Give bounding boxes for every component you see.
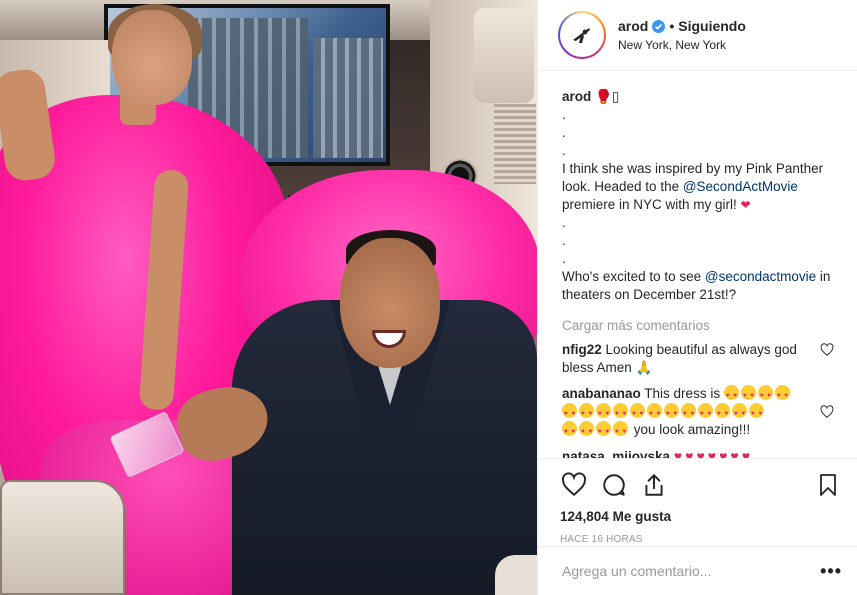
heart-emoji-icon: ❤ — [740, 198, 751, 212]
heart-eyes-emoji-icon — [749, 403, 764, 423]
caption-dot: . — [562, 125, 566, 140]
action-icons — [560, 465, 842, 505]
comment-input[interactable] — [562, 563, 821, 579]
caption-emoji: 🥊▯ — [595, 89, 620, 104]
post-photo[interactable] — [0, 0, 537, 595]
heart-eyes-emoji-icon — [740, 385, 756, 405]
limo-seat — [0, 480, 125, 595]
username-link[interactable]: arod — [618, 18, 648, 34]
header-line: arod • Siguiendo — [618, 18, 746, 34]
mention-link[interactable]: @secondactmovie — [705, 269, 816, 284]
heart-icon — [561, 472, 587, 497]
hearts-emoji-icon: ♥ — [707, 448, 717, 458]
caption-dot: . — [562, 107, 566, 122]
header-meta: arod • Siguiendo New York, New York — [618, 18, 746, 52]
instagram-post: arod • Siguiendo New York, New York arod — [0, 0, 857, 595]
comment-text: This dress is — [644, 386, 721, 401]
heart-eyes-emoji-icon — [630, 403, 645, 423]
hearts-emoji-icon: ♥ — [741, 448, 751, 458]
heart-eyes-emoji-icon — [715, 403, 730, 423]
location-link[interactable]: New York, New York — [618, 38, 746, 52]
avatar[interactable] — [560, 13, 604, 57]
avatar-logo — [562, 15, 602, 55]
caption-text: Who's excited to to see — [562, 269, 705, 284]
post-actions: 124,804 Me gusta HACE 16 HORAS — [538, 458, 857, 545]
heart-eyes-emoji-icon — [596, 421, 611, 441]
heart-eyes-emoji-icon — [562, 403, 577, 423]
caption: arod 🥊▯ . . . I think she was inspired b… — [562, 88, 842, 304]
bookmark-icon — [820, 474, 836, 496]
caption-dot: . — [562, 233, 566, 248]
comment-username-link[interactable]: nfig22 — [562, 342, 602, 357]
comment-username-link[interactable]: anabananao — [562, 386, 641, 401]
man-face — [340, 238, 440, 368]
comment-text: you look amazing!!! — [633, 422, 751, 437]
comment-emoji: 🙏 — [635, 360, 653, 375]
heart-eyes-emoji-icon — [647, 403, 662, 423]
share-upload-icon — [645, 473, 663, 496]
comment-button[interactable] — [600, 471, 628, 499]
hearts-emoji-icon: ♥ — [673, 448, 683, 458]
caption-first-line: arod 🥊▯ — [562, 88, 842, 106]
heart-eyes-emoji-icon — [681, 403, 696, 423]
verified-badge-icon — [652, 19, 666, 33]
heart-eyes-emoji-icon — [613, 403, 628, 423]
likes-number: 124,804 — [560, 509, 609, 524]
mention-link[interactable]: @SecondActMovie — [683, 179, 798, 194]
caption-text: premiere in NYC with my girl! — [562, 197, 741, 212]
caption-username-link[interactable]: arod — [562, 89, 591, 104]
story-ring[interactable] — [558, 11, 606, 59]
limo-vent — [494, 104, 536, 184]
comment-bubble-icon — [603, 474, 625, 496]
save-button[interactable] — [814, 471, 842, 499]
heart-eyes-emoji-icon — [698, 403, 713, 423]
heart-eyes-emoji-icon — [613, 421, 628, 441]
batter-logo-icon — [573, 28, 590, 43]
likes-count[interactable]: 124,804 Me gusta — [560, 509, 842, 524]
heart-eyes-emoji-icon — [596, 403, 611, 423]
likes-label: Me gusta — [612, 509, 672, 524]
heart-eyes-emoji-icon — [579, 421, 594, 441]
limo-seat — [495, 555, 537, 595]
add-comment-bar: ••• — [538, 546, 857, 595]
caption-dot: . — [562, 143, 566, 158]
heart-eyes-emoji-icon — [562, 421, 577, 441]
heart-eyes-emoji-icon — [732, 403, 747, 423]
limo-panel — [474, 8, 534, 103]
heart-eyes-emoji-icon — [757, 385, 773, 405]
post-side-panel: arod • Siguiendo New York, New York arod — [537, 0, 857, 595]
comment-like-heart-icon[interactable] — [820, 405, 834, 419]
hearts-emoji-icon: ♥ — [685, 448, 694, 458]
comment: natasa_mijovska ♥ ♥ ♥ ♥ ♥ ♥ ♥ — [562, 447, 842, 458]
more-options-button[interactable]: ••• — [820, 562, 842, 580]
share-button[interactable] — [640, 471, 668, 499]
separator-dot: • — [669, 18, 675, 34]
comment: nfig22 Looking beautiful as always god b… — [562, 341, 842, 377]
post-timestamp[interactable]: HACE 16 HORAS — [560, 534, 842, 545]
comments-area[interactable]: arod 🥊▯ . . . I think she was inspired b… — [538, 72, 857, 458]
comment-username-link[interactable]: natasa_mijovska — [562, 449, 670, 458]
hearts-emoji-icon: ♥ — [719, 448, 728, 458]
caption-paragraph: Who's excited to to see @secondactmovie … — [562, 268, 842, 304]
like-button[interactable] — [560, 471, 588, 499]
heart-eyes-emoji-icon — [664, 403, 679, 423]
caption-dot: . — [562, 251, 566, 266]
post-header: arod • Siguiendo New York, New York — [538, 0, 857, 71]
heart-eyes-emoji-icon — [723, 385, 739, 405]
comment-like-heart-icon[interactable] — [820, 343, 834, 357]
comment: anabananao This dress is you look amazin… — [562, 385, 842, 441]
caption-dot: . — [562, 215, 566, 230]
heart-eyes-emoji-icon — [579, 403, 594, 423]
hearts-emoji-icon: ♥ — [696, 448, 705, 458]
tv-building — [313, 38, 383, 158]
heart-eyes-emoji-icon — [774, 385, 790, 405]
load-more-comments-button[interactable]: Cargar más comentarios — [562, 318, 842, 333]
woman-face — [112, 10, 192, 105]
hearts-emoji-icon: ♥ — [730, 448, 739, 458]
caption-paragraph: I think she was inspired by my Pink Pant… — [562, 160, 842, 214]
following-button[interactable]: Siguiendo — [678, 18, 746, 34]
